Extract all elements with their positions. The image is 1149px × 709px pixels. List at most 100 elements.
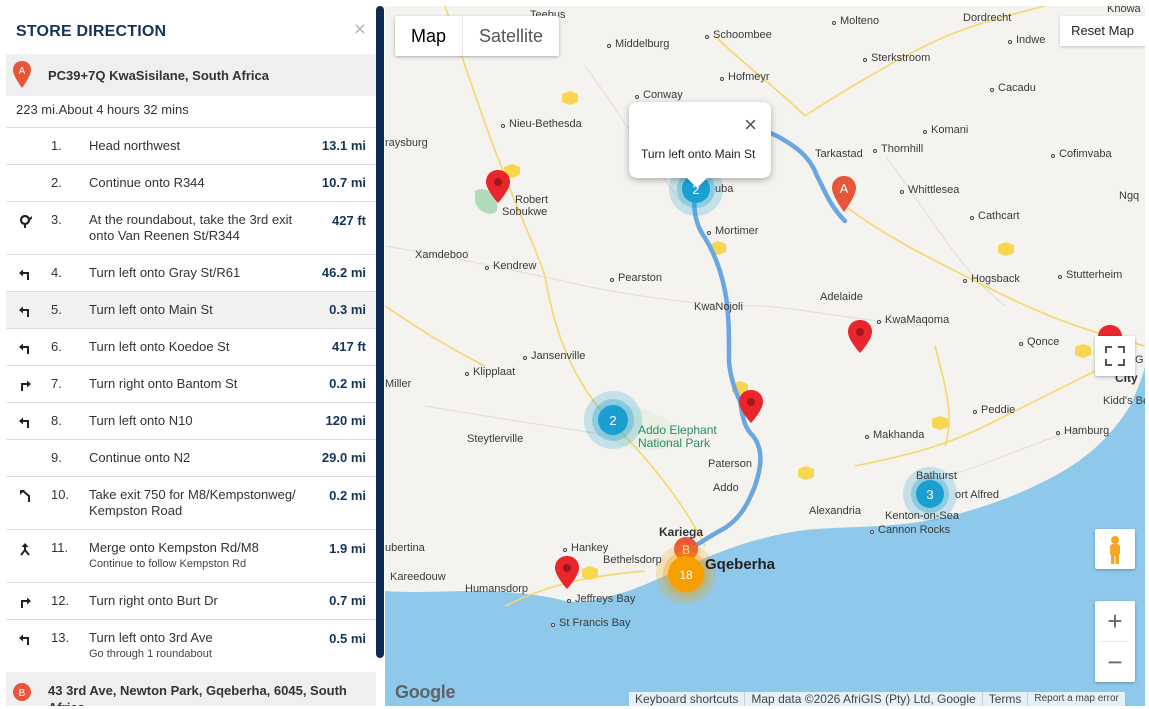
step-text: Turn right onto Burt Dr [89, 593, 218, 608]
map-data-text: Map data ©2026 AfriGIS (Pty) Ltd, Google [744, 692, 981, 706]
street-view-button[interactable] [1095, 529, 1135, 569]
keyboard-shortcuts-link[interactable]: Keyboard shortcuts [629, 692, 744, 706]
reset-map-button[interactable]: Reset Map [1060, 16, 1145, 46]
place-dot [707, 231, 711, 235]
info-window: × Turn left onto Main St [629, 102, 771, 188]
place-label-kentononsea: Kenton-on-Sea [885, 510, 959, 522]
place-dot [1056, 431, 1060, 435]
place-dot [705, 35, 709, 39]
svg-text:18: 18 [679, 568, 693, 582]
zoom-out-button[interactable]: − [1095, 642, 1135, 682]
place-dot [877, 320, 881, 324]
direction-step[interactable]: 1. Head northwest 13.1 mi [6, 128, 376, 165]
place-dot [900, 190, 904, 194]
step-instruction: Turn left onto 3rd Ave Go through 1 round… [89, 630, 319, 662]
cluster-marker[interactable]: 18 [656, 544, 716, 604]
step-distance: 1.9 mi [329, 541, 366, 556]
google-logo: Google [395, 682, 456, 702]
direction-step[interactable]: 11. Merge onto Kempston Rd/M8 Continue to … [6, 530, 376, 583]
zoom-in-button[interactable]: + [1095, 601, 1135, 641]
route-summary: 223 mi.About 4 hours 32 mins [16, 102, 189, 117]
place-dot [973, 410, 977, 414]
step-number: 4. [51, 265, 62, 280]
step-subtext: Go through 1 roundabout [89, 648, 212, 660]
step-distance: 0.2 mi [329, 488, 366, 503]
place-label-hofmeyr: Hofmeyr [728, 71, 770, 83]
place-label-ngq: Ngq [1119, 190, 1140, 202]
direction-step[interactable]: 13. Turn left onto 3rd Ave Go through 1 ro… [6, 620, 376, 673]
map-attribution: Keyboard shortcuts Map data ©2026 AfriGI… [629, 692, 1125, 706]
fullscreen-button[interactable] [1095, 336, 1135, 376]
svg-text:2: 2 [609, 413, 616, 428]
step-instruction: At the roundabout, take the 3rd exit ont… [89, 212, 319, 244]
place-label-cradock: uba [715, 183, 734, 195]
step-distance: 120 mi [325, 413, 366, 428]
svg-text:A: A [840, 181, 849, 196]
place-label-robert: Robert [515, 194, 549, 206]
direction-step[interactable]: 10. Take exit 750 for M8/Kempstonweg/ Kem… [6, 477, 376, 530]
origin-address[interactable]: A PC39+7Q KwaSisilane, South Africa [6, 54, 376, 96]
direction-step[interactable]: 12. Turn right onto Burt Dr 0.7 mi [6, 583, 376, 620]
place-label-addo_park: Addo Elephant National Park [638, 423, 717, 450]
step-instruction: Turn right onto Bantom St [89, 376, 319, 392]
step-distance: 0.7 mi [329, 593, 366, 608]
roundabout-icon [19, 214, 32, 228]
turn-left-icon [19, 634, 29, 645]
destination-address-text: 43 3rd Ave, Newton Park, Gqeberha, 6045,… [48, 683, 347, 706]
destination-address[interactable]: B 43 3rd Ave, Newton Park, Gqeberha, 604… [6, 672, 376, 706]
step-number: 6. [51, 339, 62, 354]
turn-left-icon [19, 343, 29, 354]
merge-icon [20, 543, 30, 556]
place-dot [607, 44, 611, 48]
place-label-makhanda: Makhanda [873, 429, 925, 441]
step-number: 12. [51, 593, 70, 608]
step-instruction: Continue onto R344 [89, 175, 319, 191]
origin-address-text: PC39+7Q KwaSisilane, South Africa [48, 68, 269, 83]
step-instruction: Continue onto N2 [89, 450, 319, 466]
place-label-uitenhage: ubertina [385, 542, 425, 554]
step-number: 7. [51, 376, 62, 391]
place-label-stutterheim: Stutterheim [1066, 269, 1123, 281]
map-view[interactable]: 2 2 3 A B 18 Teebus Molteno Dordrecht Kh… [385, 6, 1145, 706]
place-label-thornhill: Thornhill [881, 143, 924, 155]
place-label-qonce: Qonce [1027, 336, 1060, 348]
direction-step[interactable]: 9. Continue onto N2 29.0 mi [6, 440, 376, 477]
ramp-left-icon [20, 490, 30, 502]
step-distance: 13.1 mi [321, 138, 366, 153]
place-label-stfrancisbay: St Francis Bay [559, 617, 631, 629]
cluster-marker[interactable]: 2 [584, 391, 642, 449]
place-label-cannonrocks: Cannon Rocks [878, 524, 951, 536]
step-number: 9. [51, 450, 62, 465]
direction-step[interactable]: 2. Continue onto R344 10.7 mi [6, 165, 376, 202]
direction-step[interactable]: 3. At the roundabout, take the 3rd exit o… [6, 202, 376, 255]
step-number: 3. [51, 212, 62, 227]
close-icon[interactable]: × [354, 19, 366, 40]
place-dot [832, 21, 836, 25]
step-text: Continue onto R344 [89, 175, 205, 190]
direction-step[interactable]: 8. Turn left onto N10 120 mi [6, 403, 376, 440]
place-label-kendrew: Kendrew [493, 260, 537, 272]
step-text: Continue onto N2 [89, 450, 191, 465]
map-type-map-button[interactable]: Map [395, 16, 462, 56]
panel-scrollbar[interactable] [376, 6, 384, 658]
place-label-nieubethesda: Nieu-Bethesda [509, 118, 582, 130]
map-type-satellite-button[interactable]: Satellite [463, 16, 559, 56]
place-label-middelburg: Middelburg [615, 38, 670, 50]
terms-link[interactable]: Terms [981, 692, 1028, 706]
step-text: Turn left onto Koedoe St [89, 339, 230, 354]
direction-step[interactable]: 6. Turn left onto Koedoe St 417 ft [6, 329, 376, 366]
report-error-link[interactable]: Report a map error [1027, 692, 1124, 706]
place-label-bethelsdorp: Bethelsdorp [603, 554, 662, 566]
place-label-pearston: Pearston [618, 272, 663, 284]
step-distance: 10.7 mi [321, 175, 366, 190]
info-window-text: Turn left onto Main St [641, 147, 756, 161]
direction-step[interactable]: 4. Turn left onto Gray St/R61 46.2 mi [6, 255, 376, 292]
svg-text:A: A [19, 66, 26, 77]
step-instruction: Turn left onto Koedoe St [89, 339, 319, 355]
place-label-mortimer: Mortimer [715, 225, 759, 237]
info-close-icon[interactable]: × [744, 114, 757, 136]
direction-step[interactable]: 5. Turn left onto Main St 0.3 mi [6, 292, 376, 329]
direction-step[interactable]: 7. Turn right onto Bantom St 0.2 mi [6, 366, 376, 403]
place-label-kwamaqoma: KwaMaqoma [885, 314, 950, 326]
step-instruction: Turn left onto Main St [89, 302, 319, 318]
